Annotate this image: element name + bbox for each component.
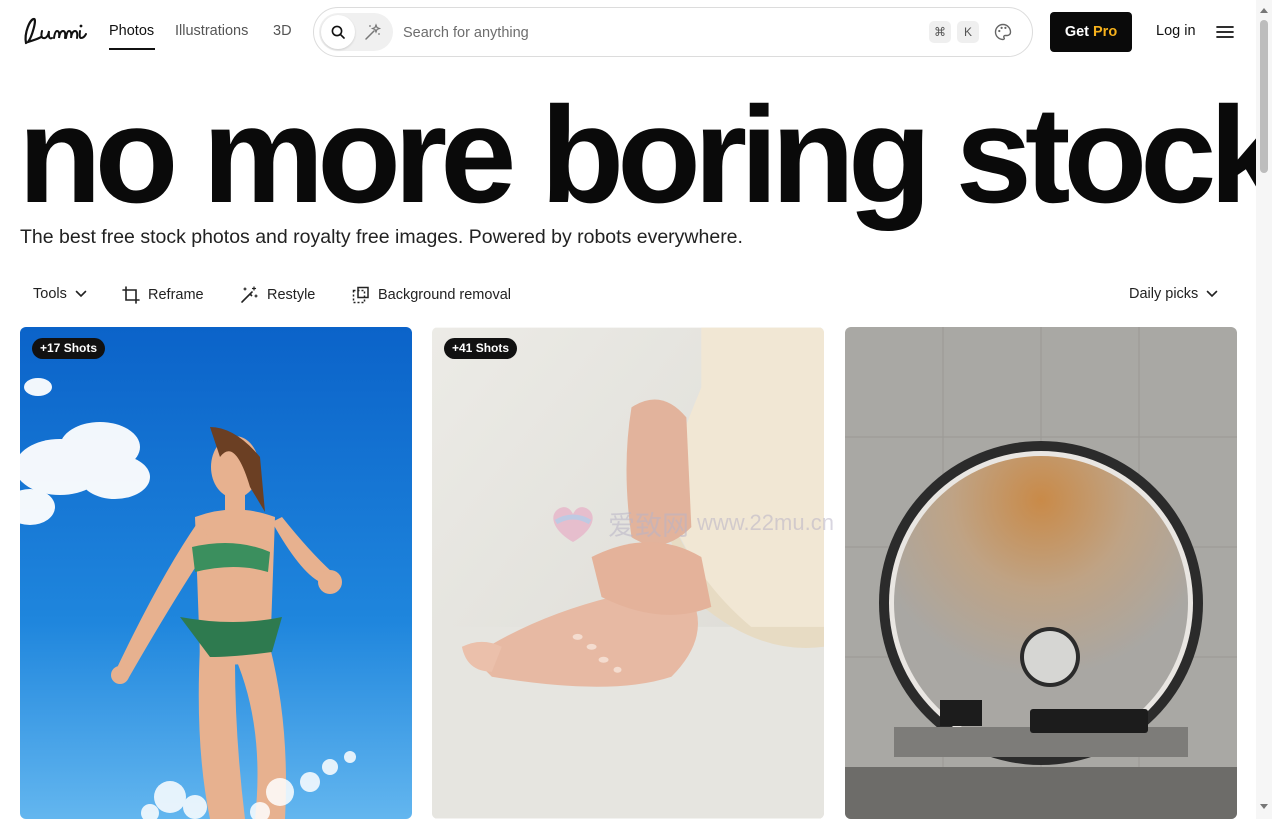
hamburger-icon[interactable]: [1216, 25, 1234, 39]
concrete-circle-photo: [845, 327, 1237, 819]
magic-wand-icon: [241, 286, 258, 303]
background-removal-button[interactable]: Background removal: [352, 286, 511, 304]
chevron-down-icon: [1206, 290, 1218, 298]
page-scrollbar[interactable]: [1256, 0, 1272, 819]
palette-icon[interactable]: [993, 22, 1013, 42]
hero-subtitle: The best free stock photos and royalty f…: [20, 226, 743, 248]
active-tab-indicator: [109, 48, 155, 50]
daily-picks-label: Daily picks: [1129, 286, 1199, 302]
search-icon: [331, 25, 345, 39]
daily-picks-dropdown[interactable]: Daily picks: [1129, 286, 1218, 302]
get-pro-prefix: Get: [1064, 24, 1089, 40]
feet-photo: [432, 327, 824, 819]
restyle-label: Restyle: [267, 287, 316, 303]
shortcut-cmd-key: ⌘: [929, 21, 951, 43]
crop-icon: [122, 286, 140, 304]
get-pro-suffix: Pro: [1093, 24, 1118, 40]
get-pro-button[interactable]: Get Pro: [1050, 12, 1132, 52]
tools-label: Tools: [33, 286, 67, 302]
hero-title: no more boring stock: [18, 79, 1272, 232]
beach-photo: [20, 327, 412, 819]
search-input[interactable]: Search for anything: [403, 25, 529, 41]
tab-illustrations[interactable]: Illustrations: [175, 23, 248, 39]
scroll-up-arrow-icon[interactable]: [1259, 6, 1269, 14]
scroll-thumb[interactable]: [1260, 20, 1268, 173]
watermark-text: 爱致网: [608, 510, 689, 541]
tab-photos[interactable]: Photos: [109, 23, 154, 39]
lummi-logo[interactable]: [20, 13, 90, 49]
chevron-down-icon: [75, 290, 87, 298]
reframe-label: Reframe: [148, 287, 204, 303]
gallery-card[interactable]: +17 Shots: [20, 327, 412, 819]
gallery-card[interactable]: +41 Shots: [432, 327, 824, 819]
sparkle-icon[interactable]: [363, 22, 383, 42]
login-link[interactable]: Log in: [1156, 23, 1196, 39]
tab-3d[interactable]: 3D: [273, 23, 292, 39]
background-removal-icon: [352, 286, 369, 304]
top-navigation: Photos Illustrations 3D Search for anyth…: [0, 0, 1256, 64]
watermark-url: www.22mu.cn: [697, 510, 834, 535]
search-button[interactable]: [321, 15, 355, 49]
watermark: 爱致网 www.22mu.cn: [546, 500, 834, 546]
shots-badge: +17 Shots: [32, 338, 106, 359]
restyle-button[interactable]: Restyle: [240, 286, 315, 304]
tools-dropdown[interactable]: Tools: [33, 286, 87, 302]
search-mode-toggle[interactable]: [319, 13, 393, 51]
shots-badge: +41 Shots: [444, 338, 518, 359]
reframe-button[interactable]: Reframe: [122, 286, 204, 304]
search-bar[interactable]: Search for anything ⌘ K: [313, 7, 1033, 57]
watermark-logo-icon: [553, 507, 593, 542]
shortcut-k-key: K: [957, 21, 979, 43]
scroll-down-arrow-icon[interactable]: [1259, 803, 1269, 811]
background-removal-label: Background removal: [378, 287, 511, 303]
gallery-card[interactable]: [845, 327, 1237, 819]
